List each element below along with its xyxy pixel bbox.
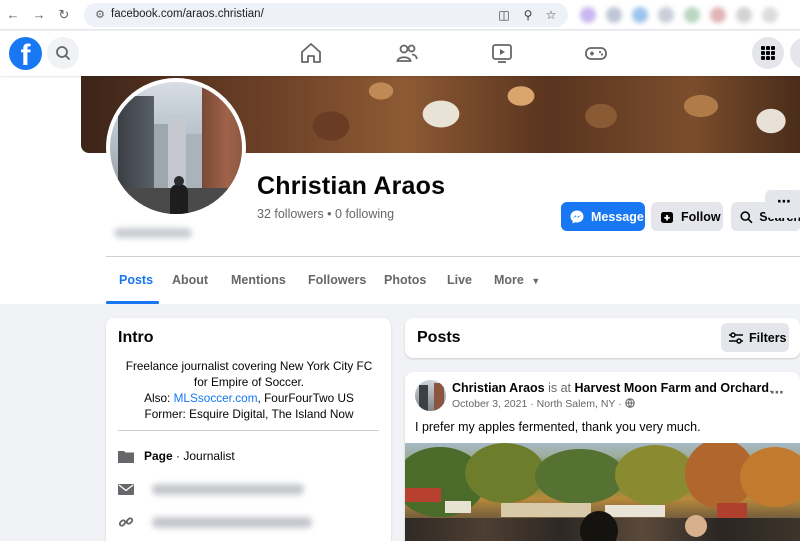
header-divider (106, 256, 800, 257)
more-options-button[interactable]: ⋯ (765, 190, 800, 218)
site-info-icon[interactable]: ⚙ (92, 7, 108, 23)
search-icon (56, 46, 70, 60)
tab-mentions[interactable]: Mentions (231, 273, 286, 287)
friends-icon[interactable] (395, 41, 419, 65)
intro-bio: Freelance journalist covering New York C… (118, 358, 380, 422)
posts-header-card: Posts Filters (405, 318, 800, 358)
facebook-header: f (0, 31, 800, 76)
profile-name: Christian Araos (257, 172, 446, 200)
message-button[interactable]: Message (561, 202, 645, 231)
post-place[interactable]: Harvest Moon Farm and Orchard (575, 381, 770, 395)
search-button[interactable] (47, 37, 79, 69)
page-category-value: · Journalist (172, 449, 235, 463)
extension-icon[interactable] (684, 7, 700, 23)
extension-icon[interactable] (736, 7, 752, 23)
message-button-label: Message (591, 209, 644, 224)
tab-photos[interactable]: Photos (384, 273, 426, 287)
profile-header: Christian Araos 32 followers • 0 followi… (0, 76, 800, 304)
follow-button[interactable]: Follow (651, 202, 723, 231)
page-category-row: Page · Journalist (118, 447, 380, 467)
follower-stats[interactable]: 32 followers • 0 following (257, 207, 394, 221)
post-date[interactable]: October 3, 2021 (452, 398, 527, 410)
reload-icon[interactable]: ↻ (55, 6, 73, 24)
bio-text: Also: (144, 391, 174, 405)
post-location[interactable]: North Salem, NY (537, 398, 616, 410)
bio-text: , FourFourTwo US (257, 391, 354, 405)
extension-icon[interactable] (710, 7, 726, 23)
post-card: Christian Araos is at Harvest Moon Farm … (405, 372, 800, 541)
post-connector: is at (544, 381, 575, 395)
video-icon[interactable] (490, 41, 514, 65)
bookmark-star-icon[interactable]: ☆ (543, 7, 559, 23)
tab-followers[interactable]: Followers (308, 273, 366, 287)
page-label: Page (144, 449, 173, 463)
extension-icon[interactable] (606, 7, 622, 23)
ellipsis-icon: ⋯ (777, 193, 791, 209)
filters-button[interactable]: Filters (721, 323, 789, 352)
extension-icon[interactable] (762, 7, 778, 23)
intro-title: Intro (118, 329, 154, 346)
active-tab-indicator (106, 301, 159, 304)
bio-line: Freelance journalist covering New York C… (125, 359, 373, 373)
post-text: I prefer my apples fermented, thank you … (415, 420, 701, 434)
tab-more-label: More (494, 273, 524, 287)
post-header: Christian Araos is at Harvest Moon Farm … (452, 381, 772, 395)
posts-title: Posts (417, 329, 461, 346)
tab-posts[interactable]: Posts (119, 273, 153, 287)
account-button[interactable] (790, 37, 800, 69)
tab-live[interactable]: Live (447, 273, 472, 287)
filters-label: Filters (749, 330, 787, 345)
extension-icon[interactable] (632, 7, 648, 23)
tab-more[interactable]: More ▼ (494, 273, 540, 287)
intro-divider (118, 430, 379, 431)
redacted-detail (114, 228, 192, 238)
search-icon (740, 210, 753, 223)
redacted-website[interactable] (152, 517, 312, 528)
post-meta: October 3, 2021 · North Salem, NY · (452, 398, 635, 410)
home-icon[interactable] (299, 41, 323, 65)
post-photo[interactable] (405, 443, 800, 541)
tab-about[interactable]: About (172, 273, 208, 287)
messenger-icon (570, 210, 584, 223)
caret-down-icon: ▼ (531, 276, 541, 286)
post-author-avatar[interactable] (415, 380, 446, 411)
redacted-email[interactable] (152, 484, 304, 495)
flag-icon (118, 451, 134, 463)
back-icon[interactable]: ← (4, 6, 22, 24)
browser-toolbar: ← → ↻ ⚙ facebook.com/araos.christian/ ◫ … (0, 0, 800, 30)
forward-icon[interactable]: → (30, 6, 48, 24)
ellipsis-icon: ⋯ (770, 384, 784, 400)
zoom-icon[interactable]: ⚲ (520, 7, 536, 23)
link-icon (118, 517, 134, 527)
facebook-logo-icon[interactable]: f (9, 37, 42, 70)
menu-button[interactable] (752, 37, 784, 69)
follow-button-label: Follow (681, 209, 721, 224)
extension-icon[interactable] (658, 7, 674, 23)
follow-icon (661, 211, 673, 223)
post-options-button[interactable]: ⋯ (770, 384, 784, 401)
intro-card: Intro Freelance journalist covering New … (106, 318, 391, 541)
bio-link[interactable]: MLSsoccer.com (174, 391, 258, 405)
bio-line: for Empire of Soccer. (193, 375, 305, 389)
post-author[interactable]: Christian Araos (452, 381, 545, 395)
email-icon (118, 484, 134, 495)
menu-grid-icon (761, 46, 775, 60)
url-text[interactable]: facebook.com/araos.christian/ (111, 8, 264, 20)
filters-icon (729, 331, 743, 344)
profile-avatar[interactable] (106, 78, 246, 218)
bio-line-also: Also: MLSsoccer.com, FourFourTwo US (118, 390, 380, 406)
gaming-icon[interactable] (584, 41, 608, 65)
install-app-icon[interactable]: ◫ (496, 7, 512, 23)
bio-line: Former: Esquire Digital, The Island Now (144, 407, 354, 421)
extension-icon[interactable] (580, 7, 596, 23)
website-row (118, 513, 380, 533)
email-row (118, 480, 380, 500)
page-category: Page · Journalist (144, 449, 235, 463)
address-bar[interactable]: ⚙ facebook.com/araos.christian/ ◫ ⚲ ☆ (84, 3, 568, 27)
public-globe-icon (624, 398, 635, 408)
